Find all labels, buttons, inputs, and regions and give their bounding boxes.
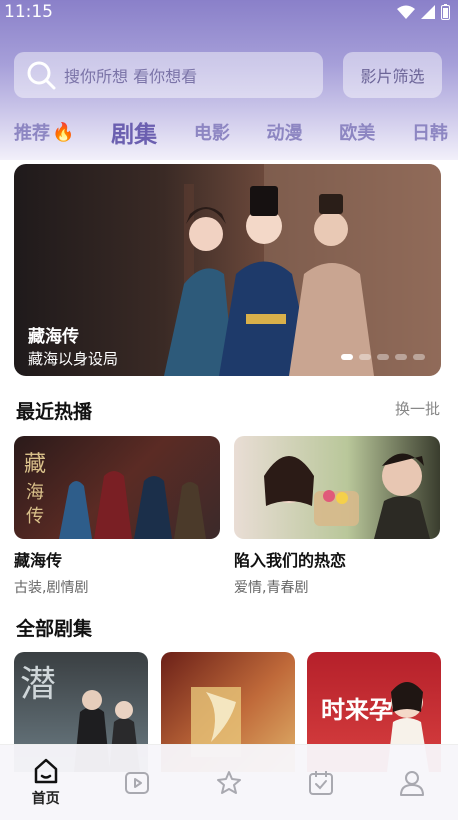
home-icon (34, 758, 58, 784)
carousel-dot[interactable] (377, 354, 389, 360)
nav-schedule[interactable] (291, 769, 351, 797)
battery-icon (441, 4, 450, 20)
tab-japan-korea[interactable]: 日韩 (412, 119, 448, 145)
recent-card[interactable]: 陷入我们的热恋 爱情,青春剧 (234, 436, 440, 597)
tab-western[interactable]: 欧美 (339, 119, 375, 145)
carousel-dot[interactable] (341, 354, 353, 360)
section-title-recent: 最近热播 (16, 401, 93, 423)
search-row: 搜你所想 看你想看 影片筛选 (14, 52, 442, 98)
search-icon (27, 61, 56, 90)
calendar-check-icon (308, 770, 333, 795)
card-title: 藏海传 (14, 551, 63, 570)
section-title-all: 全部剧集 (16, 618, 93, 640)
nav-videos[interactable] (107, 769, 167, 797)
card-thumbnail: 藏 海 传 (14, 436, 220, 539)
banner-subtitle: 藏海以身设局 (28, 350, 119, 368)
nav-favorites[interactable] (199, 769, 259, 797)
nav-profile[interactable] (382, 769, 442, 797)
svg-text:传: 传 (26, 506, 44, 527)
svg-text:海: 海 (26, 482, 44, 503)
fire-icon: 🔥 (52, 121, 75, 143)
nav-home[interactable]: 首页 (16, 757, 76, 808)
banner-title: 藏海传 (28, 327, 79, 347)
tab-anime[interactable]: 动漫 (267, 119, 303, 145)
signal-icon (421, 5, 435, 19)
card-title: 陷入我们的热恋 (234, 551, 347, 570)
card-tags: 爱情,青春剧 (234, 580, 309, 596)
bottom-navigation: 首页 (0, 744, 458, 820)
tab-recommend[interactable]: 推荐 🔥 (14, 119, 74, 145)
card-tags: 古装,剧情剧 (14, 580, 89, 596)
status-bar: 11:15 (0, 0, 458, 24)
search-input[interactable]: 搜你所想 看你想看 (14, 52, 323, 98)
carousel-dot[interactable] (413, 354, 425, 360)
filter-button[interactable]: 影片筛选 (343, 52, 442, 98)
search-placeholder: 搜你所想 看你想看 (64, 67, 198, 86)
poster-text: 时来孕 (321, 696, 393, 724)
status-time: 11:15 (4, 2, 53, 22)
featured-banner[interactable]: 藏海传 藏海以身设局 (14, 164, 441, 376)
card-thumbnail (234, 436, 440, 539)
carousel-dot[interactable] (359, 354, 371, 360)
play-icon (125, 771, 150, 794)
star-icon (216, 770, 241, 794)
wifi-icon (397, 5, 415, 19)
user-icon (400, 770, 425, 796)
carousel-dot[interactable] (395, 354, 407, 360)
tab-movie[interactable]: 电影 (194, 119, 230, 145)
carousel-indicator (341, 354, 425, 360)
poster-text: 潜 (20, 664, 56, 705)
category-tabs: 推荐 🔥 剧集 电影 动漫 欧美 日韩 (14, 112, 448, 152)
nav-label: 首页 (31, 791, 60, 807)
tab-series[interactable]: 剧集 (111, 115, 157, 149)
poster-text: 藏 (24, 452, 46, 477)
recent-card[interactable]: 藏 海 传 藏海传 古装,剧情剧 (14, 436, 220, 597)
refresh-button[interactable]: 换一批 (395, 398, 440, 419)
